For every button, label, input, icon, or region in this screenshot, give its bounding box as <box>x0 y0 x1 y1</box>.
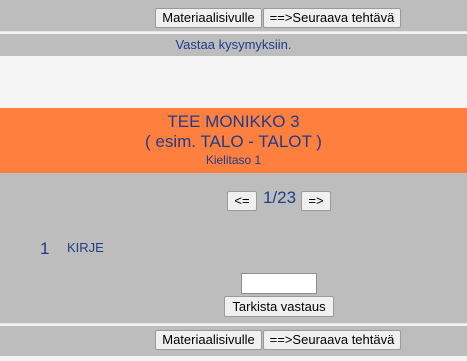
question-word: KIRJE <box>67 240 104 255</box>
divider <box>0 323 467 324</box>
material-page-button-bottom[interactable]: Materiaalisivulle <box>155 330 262 350</box>
question-position: 1/23 <box>262 188 297 207</box>
instruction-text: Vastaa kysymyksiin. <box>175 37 292 52</box>
previous-question-button[interactable]: <= <box>227 191 257 211</box>
next-question-button[interactable]: => <box>301 191 331 211</box>
material-page-button[interactable]: Materiaalisivulle <box>155 8 262 28</box>
next-task-button-bottom[interactable]: ==>Seuraava tehtävä <box>263 330 401 350</box>
exercise-subtitle: ( esim. TALO - TALOT ) <box>145 132 322 151</box>
divider <box>0 31 467 32</box>
question-number: 1 <box>40 239 50 258</box>
answer-input[interactable] <box>241 273 317 294</box>
exercise-title: TEE MONIKKO 3 <box>167 112 300 131</box>
language-level: Kielitaso 1 <box>205 153 262 167</box>
next-task-button[interactable]: ==>Seuraava tehtävä <box>263 8 401 28</box>
spacer <box>0 56 467 108</box>
check-answer-button[interactable]: Tarkista vastaus <box>224 296 334 317</box>
